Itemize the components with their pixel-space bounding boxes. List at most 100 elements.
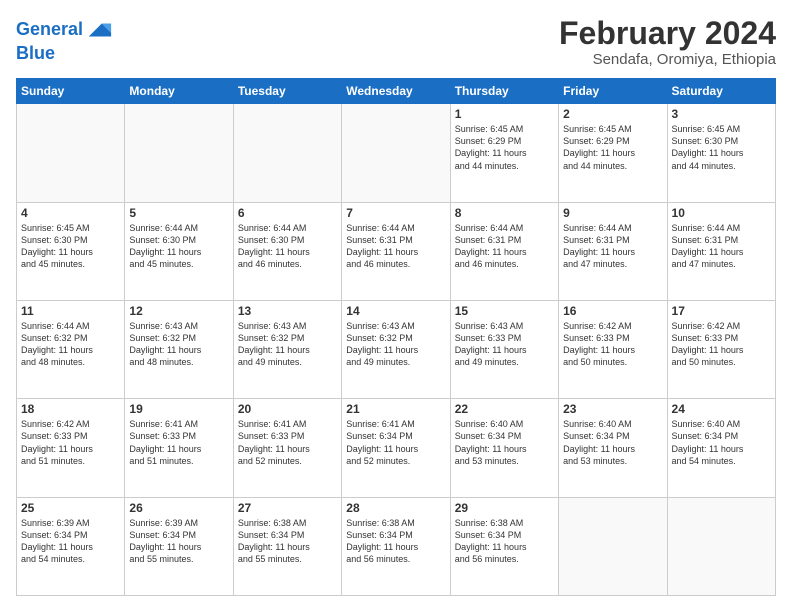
- day-number: 29: [455, 501, 554, 515]
- logo-blue-text: Blue: [16, 44, 113, 64]
- calendar-table: SundayMondayTuesdayWednesdayThursdayFrid…: [16, 78, 776, 596]
- calendar-cell: 12 Sunrise: 6:43 AM Sunset: 6:32 PM Dayli…: [125, 300, 233, 398]
- day-number: 15: [455, 304, 554, 318]
- day-number: 10: [672, 206, 771, 220]
- day-info: Sunrise: 6:40 AM Sunset: 6:34 PM Dayligh…: [455, 418, 554, 467]
- calendar-header-row: SundayMondayTuesdayWednesdayThursdayFrid…: [17, 79, 776, 104]
- day-info: Sunrise: 6:45 AM Sunset: 6:30 PM Dayligh…: [672, 123, 771, 172]
- day-info: Sunrise: 6:43 AM Sunset: 6:32 PM Dayligh…: [238, 320, 337, 369]
- day-number: 18: [21, 402, 120, 416]
- day-info: Sunrise: 6:45 AM Sunset: 6:29 PM Dayligh…: [455, 123, 554, 172]
- day-info: Sunrise: 6:44 AM Sunset: 6:31 PM Dayligh…: [346, 222, 445, 271]
- calendar-cell: 24 Sunrise: 6:40 AM Sunset: 6:34 PM Dayli…: [667, 399, 775, 497]
- calendar-cell: 14 Sunrise: 6:43 AM Sunset: 6:32 PM Dayli…: [342, 300, 450, 398]
- day-info: Sunrise: 6:40 AM Sunset: 6:34 PM Dayligh…: [672, 418, 771, 467]
- calendar-cell: 5 Sunrise: 6:44 AM Sunset: 6:30 PM Daylig…: [125, 202, 233, 300]
- logo: General Blue: [16, 16, 113, 64]
- weekday-header-sunday: Sunday: [17, 79, 125, 104]
- day-number: 23: [563, 402, 662, 416]
- day-number: 5: [129, 206, 228, 220]
- calendar-cell: 29 Sunrise: 6:38 AM Sunset: 6:34 PM Dayli…: [450, 497, 558, 595]
- calendar-cell: 1 Sunrise: 6:45 AM Sunset: 6:29 PM Daylig…: [450, 104, 558, 202]
- calendar-cell: 11Sunrise: 6:44 AM Sunset: 6:32 PM Dayli…: [17, 300, 125, 398]
- day-number: 24: [672, 402, 771, 416]
- calendar-cell: 19 Sunrise: 6:41 AM Sunset: 6:33 PM Dayli…: [125, 399, 233, 497]
- calendar-cell: 13 Sunrise: 6:43 AM Sunset: 6:32 PM Dayli…: [233, 300, 341, 398]
- day-number: 20: [238, 402, 337, 416]
- calendar-week-4: 18 Sunrise: 6:42 AM Sunset: 6:33 PM Dayli…: [17, 399, 776, 497]
- day-info: Sunrise: 6:42 AM Sunset: 6:33 PM Dayligh…: [563, 320, 662, 369]
- weekday-header-friday: Friday: [559, 79, 667, 104]
- calendar-cell: 10 Sunrise: 6:44 AM Sunset: 6:31 PM Dayli…: [667, 202, 775, 300]
- day-number: 8: [455, 206, 554, 220]
- weekday-header-tuesday: Tuesday: [233, 79, 341, 104]
- day-number: 17: [672, 304, 771, 318]
- weekday-header-saturday: Saturday: [667, 79, 775, 104]
- calendar-cell: 17 Sunrise: 6:42 AM Sunset: 6:33 PM Dayli…: [667, 300, 775, 398]
- logo-text: General: [16, 20, 83, 40]
- calendar-cell: 26 Sunrise: 6:39 AM Sunset: 6:34 PM Dayli…: [125, 497, 233, 595]
- day-number: 9: [563, 206, 662, 220]
- subtitle: Sendafa, Oromiya, Ethiopia: [559, 51, 776, 68]
- day-number: 22: [455, 402, 554, 416]
- day-number: 26: [129, 501, 228, 515]
- day-info: Sunrise: 6:42 AM Sunset: 6:33 PM Dayligh…: [21, 418, 120, 467]
- calendar-cell: [667, 497, 775, 595]
- day-number: 3: [672, 107, 771, 121]
- header: General Blue February 2024 Sendafa, Orom…: [16, 16, 776, 68]
- calendar-cell: 9Sunrise: 6:44 AM Sunset: 6:31 PM Daylig…: [559, 202, 667, 300]
- day-number: 19: [129, 402, 228, 416]
- calendar-cell: [125, 104, 233, 202]
- calendar-cell: 6 Sunrise: 6:44 AM Sunset: 6:30 PM Daylig…: [233, 202, 341, 300]
- calendar-week-5: 25 Sunrise: 6:39 AM Sunset: 6:34 PM Dayli…: [17, 497, 776, 595]
- day-number: 13: [238, 304, 337, 318]
- day-number: 11: [21, 304, 120, 318]
- calendar-cell: 28 Sunrise: 6:38 AM Sunset: 6:34 PM Dayli…: [342, 497, 450, 595]
- title-block: February 2024 Sendafa, Oromiya, Ethiopia: [559, 16, 776, 68]
- day-info: Sunrise: 6:43 AM Sunset: 6:32 PM Dayligh…: [129, 320, 228, 369]
- day-number: 6: [238, 206, 337, 220]
- calendar-cell: 4Sunrise: 6:45 AM Sunset: 6:30 PM Daylig…: [17, 202, 125, 300]
- day-info: Sunrise: 6:44 AM Sunset: 6:30 PM Dayligh…: [129, 222, 228, 271]
- weekday-header-wednesday: Wednesday: [342, 79, 450, 104]
- day-number: 4: [21, 206, 120, 220]
- calendar-cell: [559, 497, 667, 595]
- day-number: 14: [346, 304, 445, 318]
- day-number: 28: [346, 501, 445, 515]
- day-info: Sunrise: 6:41 AM Sunset: 6:34 PM Dayligh…: [346, 418, 445, 467]
- calendar-week-2: 4Sunrise: 6:45 AM Sunset: 6:30 PM Daylig…: [17, 202, 776, 300]
- weekday-header-thursday: Thursday: [450, 79, 558, 104]
- weekday-header-monday: Monday: [125, 79, 233, 104]
- day-number: 12: [129, 304, 228, 318]
- day-info: Sunrise: 6:38 AM Sunset: 6:34 PM Dayligh…: [455, 517, 554, 566]
- day-info: Sunrise: 6:44 AM Sunset: 6:30 PM Dayligh…: [238, 222, 337, 271]
- day-number: 27: [238, 501, 337, 515]
- day-info: Sunrise: 6:44 AM Sunset: 6:31 PM Dayligh…: [455, 222, 554, 271]
- day-info: Sunrise: 6:38 AM Sunset: 6:34 PM Dayligh…: [238, 517, 337, 566]
- day-info: Sunrise: 6:38 AM Sunset: 6:34 PM Dayligh…: [346, 517, 445, 566]
- day-info: Sunrise: 6:43 AM Sunset: 6:33 PM Dayligh…: [455, 320, 554, 369]
- page: General Blue February 2024 Sendafa, Orom…: [0, 0, 792, 612]
- calendar-cell: [233, 104, 341, 202]
- calendar-cell: 3 Sunrise: 6:45 AM Sunset: 6:30 PM Daylig…: [667, 104, 775, 202]
- calendar-cell: 22 Sunrise: 6:40 AM Sunset: 6:34 PM Dayli…: [450, 399, 558, 497]
- day-number: 2: [563, 107, 662, 121]
- day-info: Sunrise: 6:42 AM Sunset: 6:33 PM Dayligh…: [672, 320, 771, 369]
- day-number: 25: [21, 501, 120, 515]
- calendar-cell: 21Sunrise: 6:41 AM Sunset: 6:34 PM Dayli…: [342, 399, 450, 497]
- calendar-cell: 7 Sunrise: 6:44 AM Sunset: 6:31 PM Daylig…: [342, 202, 450, 300]
- day-number: 7: [346, 206, 445, 220]
- day-info: Sunrise: 6:40 AM Sunset: 6:34 PM Dayligh…: [563, 418, 662, 467]
- day-number: 1: [455, 107, 554, 121]
- calendar-cell: 16Sunrise: 6:42 AM Sunset: 6:33 PM Dayli…: [559, 300, 667, 398]
- day-info: Sunrise: 6:44 AM Sunset: 6:31 PM Dayligh…: [672, 222, 771, 271]
- calendar-cell: 23 Sunrise: 6:40 AM Sunset: 6:34 PM Dayli…: [559, 399, 667, 497]
- calendar-cell: 2Sunrise: 6:45 AM Sunset: 6:29 PM Daylig…: [559, 104, 667, 202]
- day-info: Sunrise: 6:41 AM Sunset: 6:33 PM Dayligh…: [129, 418, 228, 467]
- day-info: Sunrise: 6:39 AM Sunset: 6:34 PM Dayligh…: [129, 517, 228, 566]
- day-info: Sunrise: 6:41 AM Sunset: 6:33 PM Dayligh…: [238, 418, 337, 467]
- calendar-cell: 15 Sunrise: 6:43 AM Sunset: 6:33 PM Dayli…: [450, 300, 558, 398]
- main-title: February 2024: [559, 16, 776, 51]
- day-info: Sunrise: 6:43 AM Sunset: 6:32 PM Dayligh…: [346, 320, 445, 369]
- logo-icon: [85, 16, 113, 44]
